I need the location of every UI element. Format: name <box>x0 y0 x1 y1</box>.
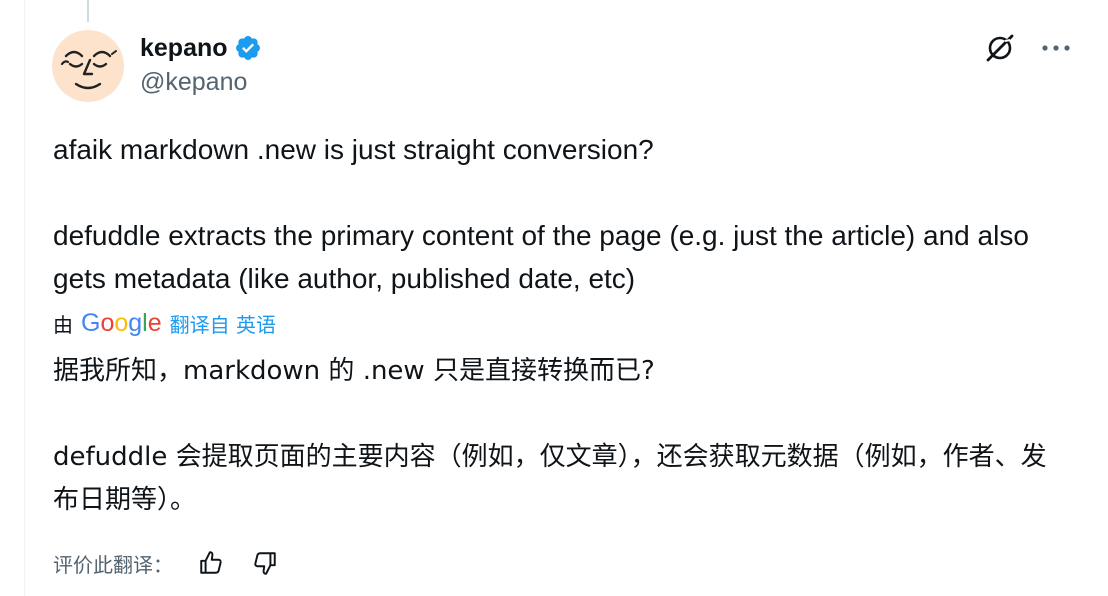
tweet-text: afaik markdown .new is just straight con… <box>53 134 1029 294</box>
rate-translation-row: 评价此翻译： <box>53 545 281 581</box>
thumbs-up-icon[interactable] <box>195 547 227 579</box>
translated-from-link[interactable]: 翻译自 英语 <box>170 309 276 338</box>
thread-connector-line <box>87 0 89 22</box>
author-name-row[interactable]: kepano <box>140 30 262 66</box>
avatar-face-icon <box>60 50 117 90</box>
author-display-name[interactable]: kepano <box>140 34 228 63</box>
google-logo: Google <box>81 308 162 337</box>
author-handle[interactable]: @kepano <box>140 68 247 97</box>
thumbs-down-icon[interactable] <box>249 547 281 579</box>
timeline-border <box>24 0 25 596</box>
more-icon[interactable] <box>1038 30 1074 66</box>
translated-by-label: 由 <box>53 312 73 337</box>
avatar[interactable] <box>52 30 124 102</box>
rate-translation-label: 评价此翻译： <box>53 552 173 577</box>
tweet-top-actions <box>982 30 1074 66</box>
translated-text: 据我所知，markdown 的 .new 只是直接转换而已? defuddle … <box>53 356 1047 515</box>
tweet-page: kepano @kepano afaik markdown .new is ju… <box>0 0 1108 596</box>
translation-attribution: 由 Google 翻译自 英语 <box>53 306 276 340</box>
verified-badge-icon[interactable] <box>234 34 262 62</box>
grok-icon[interactable] <box>982 30 1018 66</box>
